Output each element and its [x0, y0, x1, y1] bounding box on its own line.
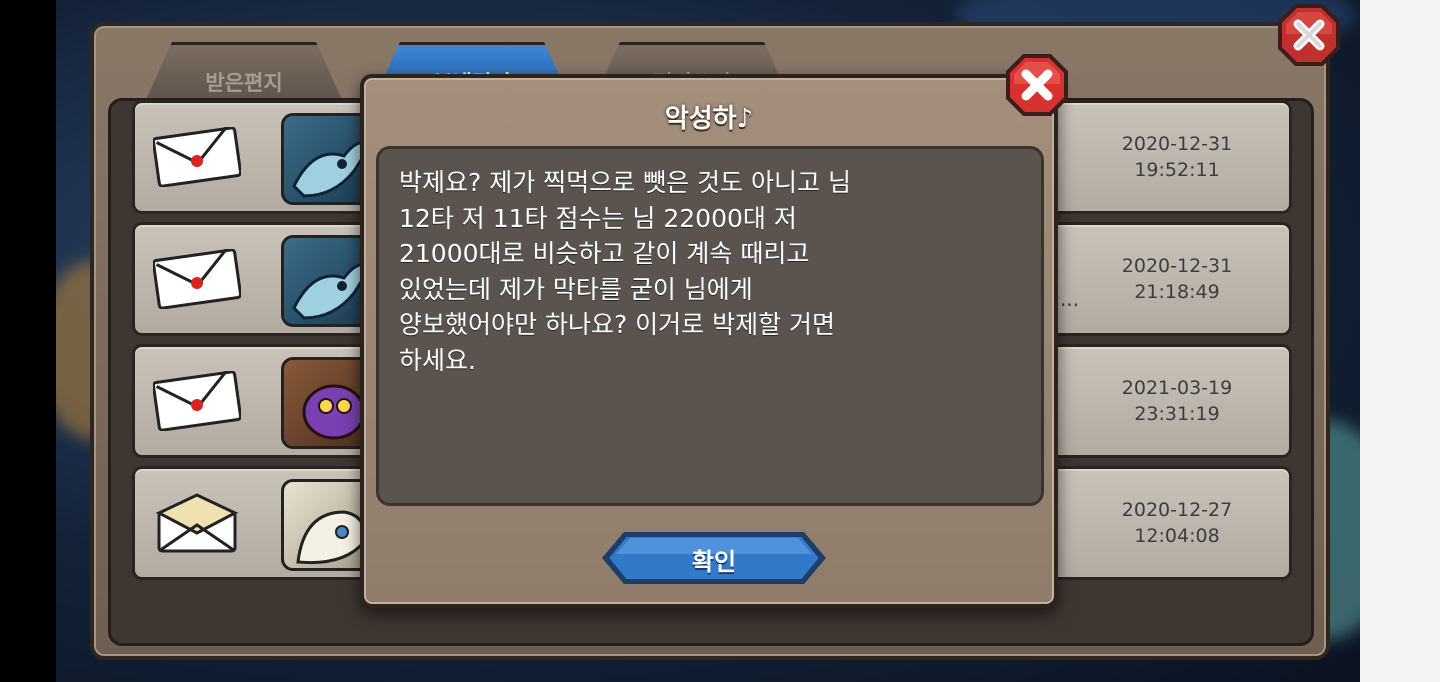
- mail-timestamp: 2020-12-27 12:04:08: [1097, 497, 1257, 549]
- mail-timestamp: 2020-12-31 19:52:11: [1097, 131, 1257, 183]
- mail-time: 23:31:19: [1134, 403, 1220, 425]
- sealed-envelope-icon: [153, 371, 241, 431]
- mail-date: 2020-12-27: [1121, 499, 1233, 521]
- confirm-label: 확인: [691, 548, 737, 576]
- mail-time: 21:18:49: [1134, 281, 1220, 303]
- sealed-envelope-icon: [153, 127, 241, 187]
- dialog-title: 악성하♪: [664, 104, 754, 134]
- mail-date: 2020-12-31: [1121, 255, 1233, 277]
- mail-preview-ellipsis: ...: [1060, 287, 1080, 311]
- close-mailbox-button[interactable]: [1276, 2, 1342, 68]
- mail-timestamp: 2021-03-19 23:31:19: [1097, 375, 1257, 427]
- sealed-envelope-icon: [153, 249, 241, 309]
- dialog-message-box: 박제요? 제가 찍먹으로 뺏은 것도 아니고 님 12타 저 11타 점수는 님…: [376, 146, 1044, 506]
- tab-received-mail[interactable]: 받은편지: [144, 42, 344, 104]
- mail-detail-dialog: 악성하♪ 박제요? 제가 찍먹으로 뺏은 것도 아니고 님 12타 저 11타 …: [360, 74, 1058, 608]
- dialog-message: 박제요? 제가 찍먹으로 뺏은 것도 아니고 님 12타 저 11타 점수는 님…: [399, 168, 851, 375]
- mail-date: 2020-12-31: [1121, 133, 1233, 155]
- letterbox-margin: [1360, 0, 1440, 682]
- close-dialog-button[interactable]: [1004, 52, 1070, 118]
- mail-time: 19:52:11: [1134, 159, 1220, 181]
- close-x-icon: [1278, 4, 1340, 66]
- close-x-icon: [1006, 54, 1068, 116]
- confirm-button[interactable]: 확인: [600, 530, 828, 586]
- open-envelope-icon: [155, 493, 239, 553]
- mail-timestamp: 2020-12-31 21:18:49: [1097, 253, 1257, 305]
- mail-time: 12:04:08: [1134, 525, 1220, 547]
- mail-date: 2021-03-19: [1121, 377, 1233, 399]
- game-screen: 받은편지 보낸편지 편지쓰기 2020-12-31 19:52:11: [56, 0, 1360, 682]
